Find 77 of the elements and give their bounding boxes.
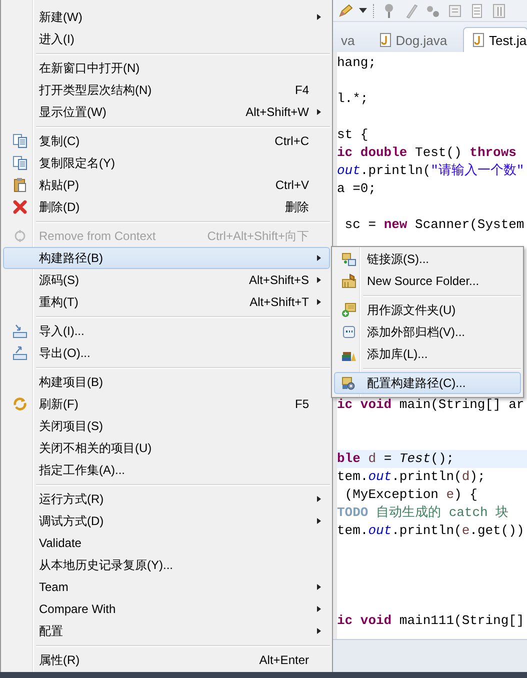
- import-icon: [12, 323, 28, 339]
- menu-item[interactable]: 从本地历史记录复原(Y)...: [3, 554, 330, 576]
- menu-item[interactable]: 重构(T) Alt+Shift+T: [3, 291, 330, 313]
- archive-icon: [341, 324, 357, 340]
- menu-item[interactable]: 指定工作集(A)...: [3, 459, 330, 481]
- menu-item[interactable]: 刷新(F) F5: [3, 393, 330, 415]
- caret-icon[interactable]: [359, 8, 367, 13]
- document-icon: [447, 2, 463, 18]
- menu-item[interactable]: 用作源文件夹(U): [334, 299, 521, 321]
- pencil-icon: [337, 2, 353, 18]
- submenu-arrow-icon: [317, 14, 321, 20]
- menu-item[interactable]: 配置: [3, 620, 330, 642]
- delete-icon: [12, 199, 28, 215]
- package-folder-icon: [341, 273, 357, 289]
- menu-item[interactable]: Validate: [3, 532, 330, 554]
- folder-plus-icon: [341, 302, 357, 318]
- folder-gear-icon: [341, 375, 357, 391]
- menu-item[interactable]: 源码(S) Alt+Shift+S: [3, 269, 330, 291]
- menu-item[interactable]: 复制限定名(Y): [3, 152, 330, 174]
- menu-item[interactable]: 关闭不相关的项目(U): [3, 437, 330, 459]
- menu-item[interactable]: 添加外部归档(V)...: [334, 321, 521, 343]
- menu-item[interactable]: 导入(I)...: [3, 320, 330, 342]
- menu-item[interactable]: 导出(O)...: [3, 342, 330, 364]
- menu-item[interactable]: 配置构建路径(C)...: [334, 372, 521, 394]
- list-icon: [469, 2, 485, 18]
- submenu-arrow-icon: [317, 606, 321, 612]
- code-line: hang;: [337, 55, 376, 70]
- editor-tab[interactable]: Test.ja: [463, 27, 527, 52]
- export-icon: [12, 345, 28, 361]
- submenu-arrow-icon: [317, 496, 321, 502]
- submenu-arrow-icon: [317, 277, 321, 283]
- menu-item[interactable]: 构建项目(B): [3, 371, 330, 393]
- menu-item[interactable]: 关闭项目(S): [3, 415, 330, 437]
- code-line: TODO 自动生成的 catch 块: [337, 505, 509, 520]
- menu-item[interactable]: 进入(I): [3, 28, 330, 50]
- menu-item[interactable]: 调试方式(D): [3, 510, 330, 532]
- menu-item[interactable]: 打开类型层次结构(N) F4: [3, 79, 330, 101]
- menu-item[interactable]: 删除(D) 删除: [3, 196, 330, 218]
- menu-item[interactable]: 显示位置(W) Alt+Shift+W: [3, 101, 330, 123]
- code-line: l.*;: [337, 91, 368, 106]
- folder-link-icon: [341, 251, 357, 267]
- menu-item[interactable]: 在新窗口中打开(N): [3, 57, 330, 79]
- code-line: st {: [337, 127, 368, 142]
- code-line: ic double Test() throws: [337, 145, 516, 160]
- menu-item[interactable]: Team: [3, 576, 330, 598]
- submenu-arrow-icon: [317, 518, 321, 524]
- copy-icon: [12, 133, 28, 149]
- code-line: a =0;: [337, 181, 376, 196]
- copy-icon: [12, 155, 28, 171]
- menu-item[interactable]: 新建(W): [3, 6, 330, 28]
- clipboard-icon: [12, 177, 28, 193]
- refresh-icon: [12, 396, 28, 412]
- menu-item[interactable]: 粘贴(P) Ctrl+V: [3, 174, 330, 196]
- submenu-arrow-icon: [317, 584, 321, 590]
- editor-tab[interactable]: Dog.java: [370, 28, 456, 52]
- menu-item[interactable]: 构建路径(B): [3, 247, 330, 269]
- code-line: out.println("请输入一个数": [337, 163, 524, 178]
- submenu-arrow-icon: [317, 109, 321, 115]
- menu-item[interactable]: 链接源(S)...: [334, 248, 521, 270]
- menu-item[interactable]: Compare With: [3, 598, 330, 620]
- menu-item[interactable]: 运行方式(R): [3, 488, 330, 510]
- java-file-icon: [470, 32, 486, 48]
- code-line: tem.out.println(e.get()): [337, 523, 524, 538]
- menu-item[interactable]: 添加库(L)...: [334, 343, 521, 365]
- submenu-arrow-icon: [317, 255, 321, 261]
- submenu-arrow-icon: [317, 628, 321, 634]
- code-line: (MyException e) {: [344, 487, 478, 502]
- code-line: ic void main(String[] ar: [337, 397, 524, 412]
- submenu-arrow-icon: [317, 299, 321, 305]
- code-line: ble d = Test();: [337, 451, 454, 466]
- menu-item[interactable]: 复制(C) Ctrl+C: [3, 130, 330, 152]
- menu-item[interactable]: 属性(R) Alt+Enter: [3, 649, 330, 671]
- menu-item[interactable]: New Source Folder...: [334, 270, 521, 292]
- code-line: sc = new Scanner(System: [344, 217, 524, 232]
- code-line: ic void main111(String[]: [337, 613, 524, 628]
- code-line: tem.out.println(d);: [337, 469, 486, 484]
- editor-tab[interactable]: va: [335, 28, 363, 52]
